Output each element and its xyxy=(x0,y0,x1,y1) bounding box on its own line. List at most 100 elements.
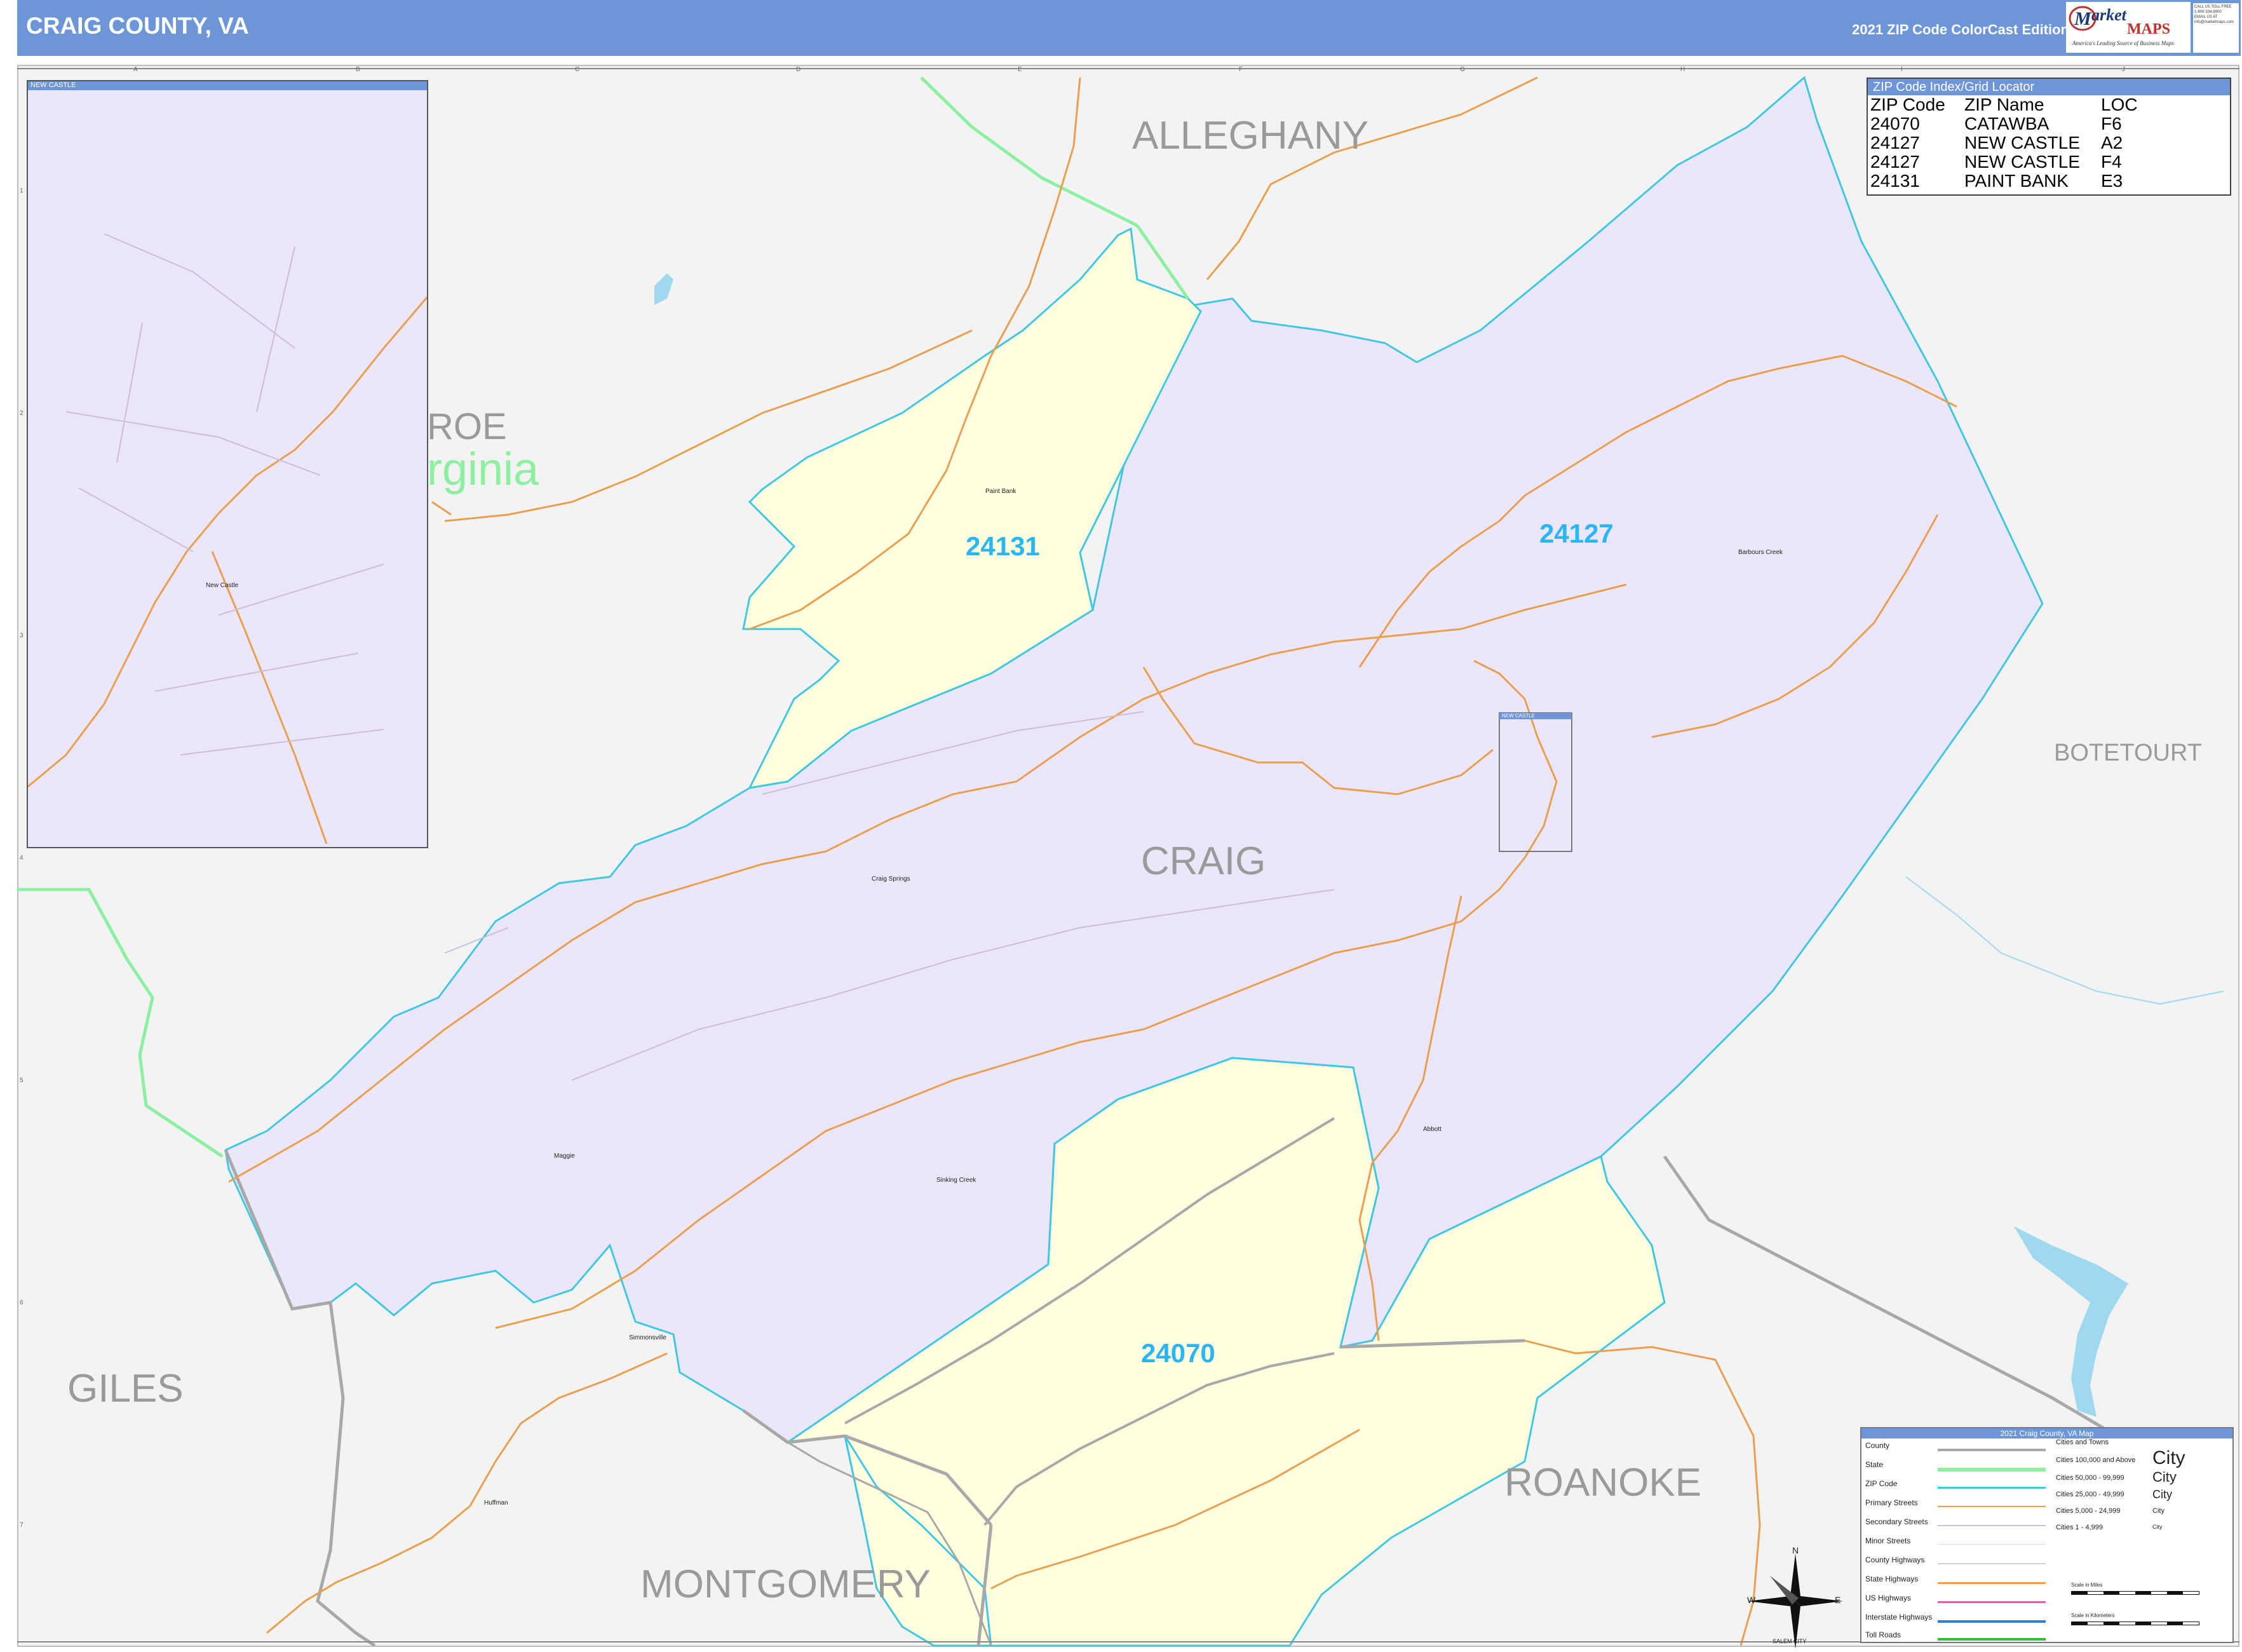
legend-city-class: Cities 1 - 4,999 xyxy=(2056,1524,2103,1531)
legend-label: Primary Streets xyxy=(1865,1498,1918,1507)
zip-index-header: LOC xyxy=(2101,95,2138,114)
legend-item: Minor Streets xyxy=(1865,1536,1910,1552)
legend-label: State Highways xyxy=(1865,1574,1919,1583)
zip-index-header: ZIP Name xyxy=(1964,95,2044,114)
inset-road xyxy=(28,297,427,788)
legend-item: Primary Streets xyxy=(1865,1498,1918,1513)
legend-swatch xyxy=(1938,1638,2046,1641)
legend-item: State xyxy=(1865,1460,1883,1475)
stream xyxy=(1905,876,2224,1005)
legend-city-symbol: City xyxy=(2152,1488,2172,1501)
road xyxy=(431,501,452,516)
town-label: Simmonsville xyxy=(629,1334,666,1341)
legend-swatch xyxy=(1938,1620,2046,1623)
grid-row-label: 6 xyxy=(20,1299,24,1306)
town-label: Maggie xyxy=(554,1153,575,1160)
legend-city-symbol: City xyxy=(2152,1447,2185,1468)
legend-label: Toll Roads xyxy=(1865,1630,1901,1639)
scale-miles-label: Scale in Miles xyxy=(2071,1582,2103,1588)
compass-rose-icon xyxy=(1748,1554,1843,1649)
zip-name-cell: NEW CASTLE xyxy=(1964,152,2081,172)
legend-city-symbol: City xyxy=(2152,1524,2163,1530)
zip-name-cell: CATAWBA xyxy=(1964,114,2050,133)
zip-code-cell: 24127 xyxy=(1870,152,1920,172)
zip-name-cell: NEW CASTLE xyxy=(1964,133,2081,152)
zip-loc-cell: E3 xyxy=(2101,171,2123,191)
zip-name-cell: PAINT BANK xyxy=(1964,171,2069,191)
zip-index-grid: ZIP Code ZIP Name LOC 24070 CATAWBA F6 2… xyxy=(1870,95,2144,191)
county-label-giles: GILES xyxy=(67,1367,184,1411)
town-label: Craig Springs xyxy=(872,876,910,883)
county-label-botetourt: BOTETOURT xyxy=(2054,740,2202,766)
legend-swatch xyxy=(1938,1563,2046,1564)
legend-item: Secondary Streets xyxy=(1865,1517,1928,1533)
zip-code-cell: 24131 xyxy=(1870,171,1920,191)
map-legend: 2021 Craig County, VA Map County State Z… xyxy=(1860,1427,2234,1643)
grid-column-label: H xyxy=(1680,66,1685,73)
legend-label: Interstate Highways xyxy=(1865,1613,1933,1622)
legend-label: Minor Streets xyxy=(1865,1536,1911,1545)
compass-e: E xyxy=(1835,1595,1841,1605)
legend-item: US Highways xyxy=(1865,1594,1911,1609)
inset-map-canvas xyxy=(28,233,427,844)
legend-city-class: Cities 50,000 - 99,999 xyxy=(2056,1474,2124,1482)
road xyxy=(1206,76,1538,280)
legend-city-class: Cities 5,000 - 24,999 xyxy=(2056,1507,2121,1515)
legend-label: County xyxy=(1865,1441,1890,1450)
zip-label-24127: 24127 xyxy=(1539,518,1614,548)
legend-title: 2021 Craig County, VA Map xyxy=(1861,1428,2232,1439)
legend-swatch xyxy=(1938,1487,2046,1489)
zip-code-cell: 24070 xyxy=(1870,114,1920,133)
legend-swatch xyxy=(1938,1449,2046,1451)
table-row: 24127 NEW CASTLE A2 xyxy=(1870,133,2144,152)
legend-item: County xyxy=(1865,1441,1889,1456)
legend-swatch xyxy=(1938,1525,2046,1526)
zip-loc-cell: A2 xyxy=(2101,133,2123,152)
locator-box-label: NEW CASTLE xyxy=(1502,713,1536,719)
county-label-alleghany: ALLEGHANY xyxy=(1132,114,1369,158)
zip-loc-cell: F4 xyxy=(2101,152,2122,172)
legend-item: County Highways xyxy=(1865,1555,1924,1571)
legend-swatch xyxy=(1938,1544,2046,1545)
inset-town-label: New Castle xyxy=(206,582,239,589)
legend-label: ZIP Code xyxy=(1865,1479,1898,1488)
grid-column-label: F xyxy=(1239,66,1243,73)
grid-row-label: 7 xyxy=(20,1522,24,1529)
legend-city-class: Cities 100,000 and Above xyxy=(2056,1456,2136,1464)
grid-column-label: I xyxy=(1901,66,1903,73)
grid-column-label: J xyxy=(2122,66,2125,73)
town-label: Sinking Creek xyxy=(936,1177,976,1184)
legend-label: Secondary Streets xyxy=(1865,1517,1928,1526)
zip-label-24070: 24070 xyxy=(1141,1338,1215,1368)
legend-swatch xyxy=(1938,1468,2046,1472)
town-label: SALEM CITY xyxy=(1773,1638,1807,1644)
inset-map[interactable]: NEW CASTLE New Castle xyxy=(27,80,428,848)
legend-city-symbol: City xyxy=(2152,1507,2164,1515)
inset-road xyxy=(211,551,328,844)
legend-swatch xyxy=(1938,1601,2046,1603)
water-body xyxy=(654,273,673,305)
county-label-roanoke: ROANOKE xyxy=(1504,1461,1702,1505)
grid-column-label: A xyxy=(133,66,138,73)
road xyxy=(266,1352,668,1634)
town-label: Huffman xyxy=(484,1500,508,1506)
legend-swatch xyxy=(1938,1506,2046,1507)
table-row: 24127 NEW CASTLE F4 xyxy=(1870,152,2144,172)
grid-row-label: 3 xyxy=(20,632,24,639)
scale-km-label: Scale in Kilometers xyxy=(2071,1613,2115,1618)
zip-index-title: ZIP Code Index/Grid Locator xyxy=(1868,79,2230,95)
legend-item: State Highways xyxy=(1865,1574,1918,1590)
grid-row-label: 1 xyxy=(20,187,24,194)
compass-n: N xyxy=(1792,1545,1799,1555)
legend-cities-header: Cities and Towns xyxy=(2056,1439,2109,1446)
zip-index-header-row: ZIP Code ZIP Name LOC xyxy=(1870,95,2144,114)
legend-city-symbol: City xyxy=(2152,1469,2177,1485)
county-label-monroe: ROE xyxy=(427,406,507,447)
town-label: Barbours Creek xyxy=(1738,549,1783,556)
legend-label: US Highways xyxy=(1865,1594,1912,1602)
inset-minor-road xyxy=(65,233,384,755)
grid-column-label: D xyxy=(796,66,801,73)
zip-code-cell: 24127 xyxy=(1870,133,1920,152)
grid-column-label: B xyxy=(356,66,360,73)
legend-item: Interstate Highways xyxy=(1865,1613,1932,1628)
